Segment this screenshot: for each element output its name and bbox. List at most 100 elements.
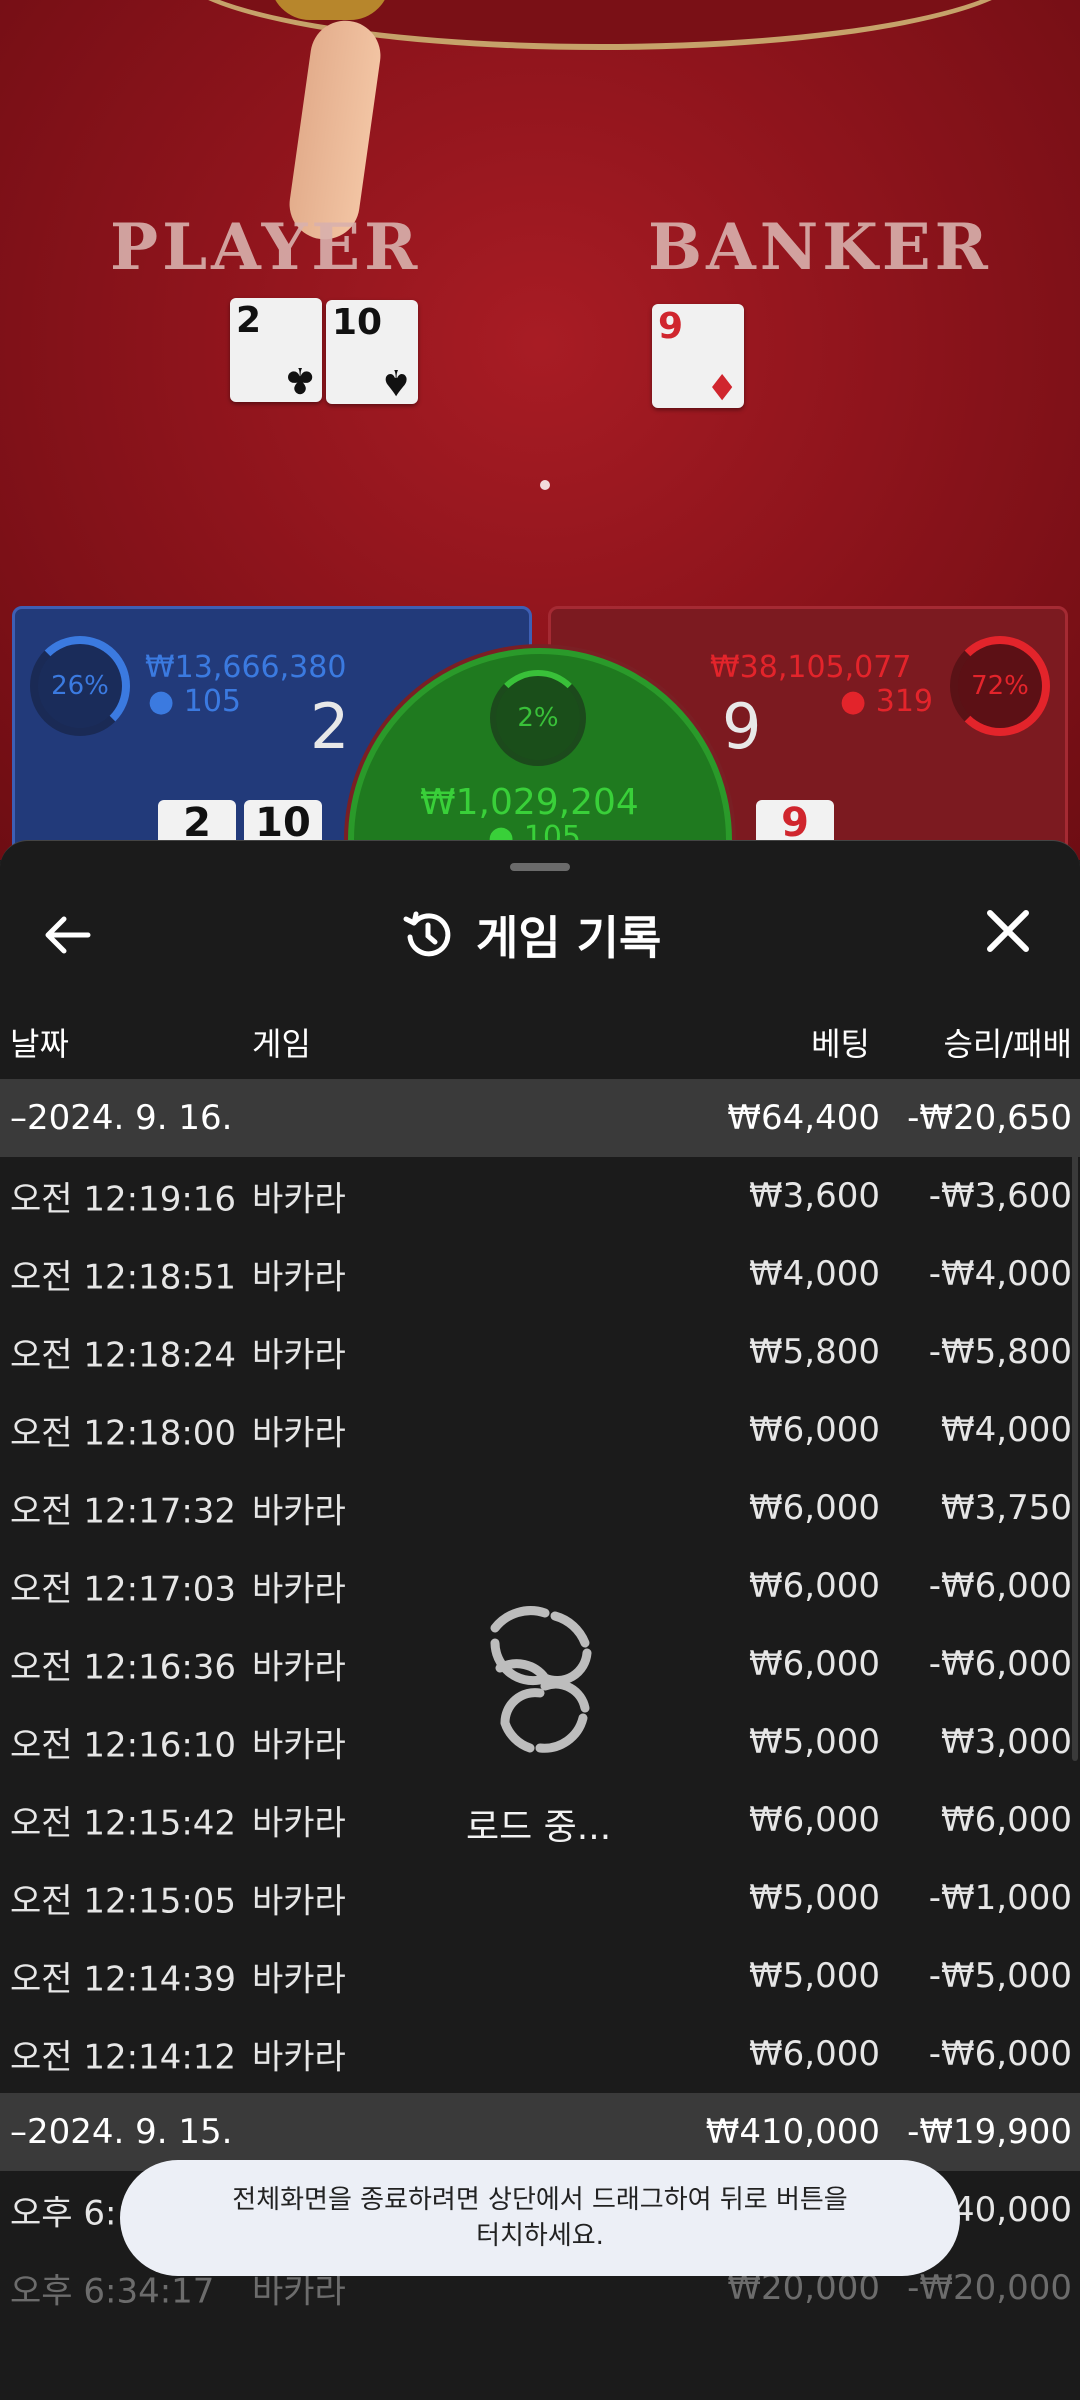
row-time: 오전 12:18:51: [10, 1257, 237, 1298]
group-date: –2024. 9. 15.: [10, 2112, 233, 2152]
history-row[interactable]: 오전 12:18:51 바카라 ₩4,000 -₩4,000: [0, 1235, 1080, 1313]
history-row[interactable]: 오전 12:18:00 바카라 ₩6,000 ₩4,000: [0, 1391, 1080, 1469]
sheet-header: 게임 기록: [400, 905, 661, 965]
row-bet: ₩6,000: [749, 1488, 880, 1528]
row-result: -₩1,000: [928, 1878, 1072, 1918]
row-time: 오전 12:15:05: [10, 1881, 237, 1922]
history-row[interactable]: 오전 12:18:24 바카라 ₩5,800 -₩5,800: [0, 1313, 1080, 1391]
banker-percent-ring: 72%: [950, 636, 1050, 736]
history-row[interactable]: 오전 12:14:39 바카라 ₩5,000 -₩5,000: [0, 1937, 1080, 2015]
row-result: -₩3,600: [928, 1176, 1072, 1216]
row-time: 오전 12:14:12: [10, 2037, 237, 2078]
row-game: 바카라: [252, 1881, 346, 1922]
player-score: 2: [310, 690, 350, 763]
history-icon: [403, 911, 451, 957]
group-result-total: -₩19,900: [907, 2112, 1072, 2152]
row-time: 오전 12:14:39: [10, 1959, 237, 2000]
player-card-2: 10 ♠: [326, 300, 418, 404]
row-game: 바카라: [252, 1179, 346, 1220]
row-result: ₩6,000: [941, 1800, 1072, 1840]
history-row[interactable]: 오전 12:14:12 바카라 ₩6,000 -₩6,000: [0, 2015, 1080, 2093]
row-time: 오전 12:18:00: [10, 1413, 237, 1454]
row-bet: ₩6,000: [749, 2034, 880, 2074]
row-time: 오전 12:18:24: [10, 1335, 237, 1376]
row-result: -₩5,800: [928, 1332, 1072, 1372]
table-marker: [540, 480, 550, 490]
row-game: 바카라: [252, 1647, 346, 1688]
row-bet: ₩5,000: [749, 1878, 880, 1918]
date-group-row[interactable]: –2024. 9. 16. ₩64,400 -₩20,650: [0, 1079, 1080, 1157]
live-game-view: PLAYER BANKER 2 ♣ 10 ♠ 9 ♦ 26% ₩13,666,3…: [0, 0, 1080, 860]
row-result: ₩4,000: [941, 1410, 1072, 1450]
banker-bettors: 319: [875, 684, 933, 719]
row-bet: ₩5,800: [749, 1332, 880, 1372]
card-suit: ♦: [705, 365, 738, 406]
close-icon: [987, 910, 1029, 952]
row-bet: ₩6,000: [749, 1566, 880, 1606]
row-result: ₩3,000: [941, 1722, 1072, 1762]
toast-line-1: 전체화면을 종료하려면 상단에서 드래그하여 뒤로 버튼을: [232, 2184, 848, 2215]
row-game: 바카라: [252, 1335, 346, 1376]
group-date: –2024. 9. 16.: [10, 1098, 233, 1138]
sheet-drag-handle[interactable]: [510, 863, 570, 871]
user-icon: ●: [148, 684, 175, 719]
row-game: 바카라: [252, 1725, 346, 1766]
banker-zone-label: BANKER: [648, 210, 992, 285]
arrow-left-icon: [45, 916, 91, 954]
row-bet: ₩3,600: [749, 1176, 880, 1216]
row-bet: ₩6,000: [749, 1410, 880, 1450]
banker-bet-amount: ₩38,105,077: [710, 650, 912, 685]
row-bet: ₩6,000: [749, 1644, 880, 1684]
tie-percent-ring: 2%: [490, 670, 586, 766]
banker-score: 9: [722, 690, 762, 763]
row-result: -₩4,000: [928, 1254, 1072, 1294]
row-time: 오후 6:: [10, 2193, 117, 2234]
row-time: 오전 12:16:10: [10, 1725, 237, 1766]
scrollbar[interactable]: [1072, 1081, 1078, 1761]
group-bet-total: ₩410,000: [705, 2112, 880, 2152]
row-game: 바카라: [252, 2037, 346, 2078]
history-row[interactable]: 오전 12:19:16 바카라 ₩3,600 -₩3,600: [0, 1157, 1080, 1235]
row-game: 바카라: [252, 1257, 346, 1298]
row-result: 40,000: [953, 2190, 1072, 2230]
row-bet: ₩6,000: [749, 1800, 880, 1840]
row-game: 바카라: [252, 1569, 346, 1610]
row-game: 바카라: [252, 1491, 346, 1532]
card-suit: ♠: [379, 361, 412, 402]
back-button[interactable]: [44, 907, 108, 963]
tie-bet-amount: ₩1,029,204: [420, 782, 639, 823]
row-game: 바카라: [252, 1959, 346, 2000]
history-row[interactable]: 오전 12:15:05 바카라 ₩5,000 -₩1,000: [0, 1859, 1080, 1937]
banker-bettor-count: ● 319: [840, 684, 933, 719]
group-result-total: -₩20,650: [907, 1098, 1072, 1138]
card-rank: 2: [236, 300, 262, 341]
close-button[interactable]: [976, 899, 1040, 963]
column-header-bet: 베팅: [811, 1025, 870, 1063]
row-result: -₩6,000: [928, 2034, 1072, 2074]
row-bet: ₩5,000: [749, 1722, 880, 1762]
row-time: 오전 12:19:16: [10, 1179, 237, 1220]
loading-spinner-icon: [490, 1606, 592, 1753]
column-header-game: 게임: [252, 1025, 311, 1063]
history-row[interactable]: 오전 12:17:32 바카라 ₩6,000 ₩3,750: [0, 1469, 1080, 1547]
group-bet-total: ₩64,400: [727, 1098, 880, 1138]
row-game: 바카라: [252, 1803, 346, 1844]
fullscreen-exit-toast: 전체화면을 종료하려면 상단에서 드래그하여 뒤로 버튼을 터치하세요.: [120, 2160, 960, 2276]
card-suit: ♣: [283, 359, 316, 400]
row-result: ₩3,750: [941, 1488, 1072, 1528]
row-bet: ₩4,000: [749, 1254, 880, 1294]
player-percent-ring: 26%: [30, 636, 130, 736]
card-rank: 10: [332, 302, 383, 343]
row-time: 오전 12:15:42: [10, 1803, 237, 1844]
banker-card-1: 9 ♦: [652, 304, 744, 408]
row-bet: ₩5,000: [749, 1956, 880, 1996]
column-header-result: 승리/패배: [943, 1025, 1072, 1063]
row-result: -₩6,000: [928, 1644, 1072, 1684]
row-result: -₩6,000: [928, 1566, 1072, 1606]
row-game: 바카라: [252, 1413, 346, 1454]
row-time: 오전 12:17:03: [10, 1569, 237, 1610]
player-bettor-count: ● 105: [148, 684, 241, 719]
column-header-date: 날짜: [10, 1025, 69, 1063]
row-result: -₩5,000: [928, 1956, 1072, 1996]
player-card-1: 2 ♣: [230, 298, 322, 402]
